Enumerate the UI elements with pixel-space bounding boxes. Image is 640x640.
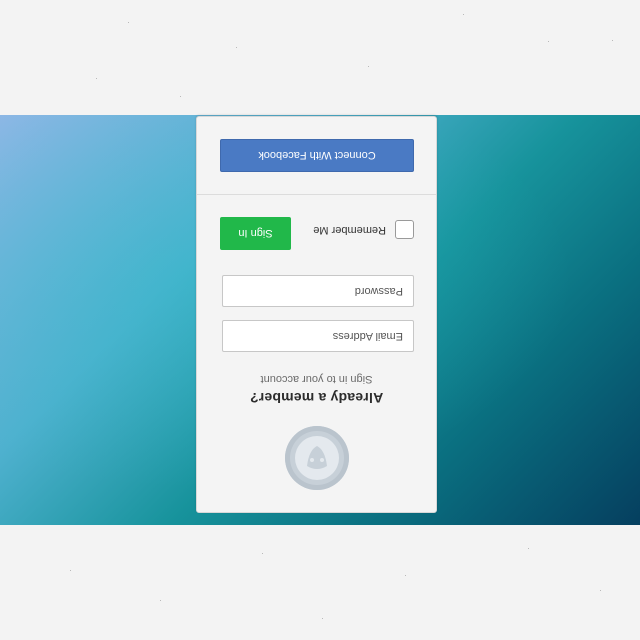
page-subtitle: Sign in to your account: [260, 373, 373, 385]
sign-in-button[interactable]: Sign In: [220, 217, 291, 250]
remember-me[interactable]: Remember Me: [294, 218, 414, 240]
password-field[interactable]: [222, 275, 414, 307]
email-field[interactable]: [222, 320, 414, 352]
divider: [197, 194, 436, 195]
page-title: Already a member?: [249, 390, 384, 406]
remember-me-label: Remember Me: [313, 224, 386, 236]
avatar-glyph: [295, 436, 339, 480]
login-card: Already a member? Sign in to your accoun…: [196, 116, 437, 513]
remember-me-checkbox[interactable]: [395, 220, 414, 239]
connect-facebook-button[interactable]: Connect With Facebook: [220, 139, 414, 172]
user-avatar-icon: [285, 426, 349, 490]
